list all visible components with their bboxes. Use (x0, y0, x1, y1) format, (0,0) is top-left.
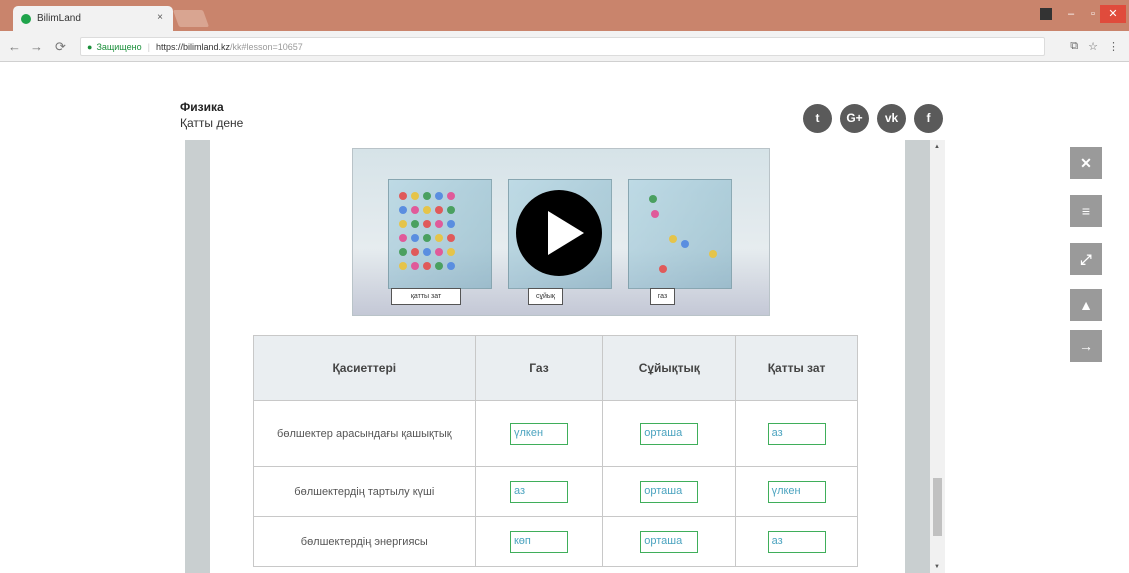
gas-cube-image (628, 179, 732, 289)
browser-menu-icon[interactable]: ⋮ (1108, 40, 1119, 53)
subject-title: Физика (180, 100, 224, 114)
bilimland-favicon-icon (21, 13, 31, 24)
video-player[interactable]: қатты зат сұйық газ (352, 148, 770, 316)
answer-box-gas[interactable]: аз (509, 480, 568, 503)
vk-icon[interactable]: vk (877, 104, 906, 133)
forward-icon[interactable]: → (30, 39, 43, 54)
url-input[interactable]: ● Защищено | https://bilimland.kz /kk#le… (80, 37, 1045, 56)
address-bar: ← → ⟳ ● Защищено | https://bilimland.kz … (0, 31, 1129, 62)
window-close-icon[interactable]: ✕ (1100, 5, 1126, 23)
arrow-right-icon[interactable]: → (1070, 330, 1102, 362)
menu-icon[interactable]: ≡ (1070, 195, 1102, 227)
tab-close-icon[interactable]: × (157, 12, 163, 23)
new-tab-button[interactable] (172, 10, 210, 27)
fullscreen-icon[interactable]: ⤢ (1070, 243, 1102, 275)
liquid-label: сұйық (528, 288, 563, 305)
reload-icon[interactable]: ⟳ (55, 39, 66, 55)
answer-box-gas[interactable]: үлкен (509, 422, 568, 445)
topic-title: Қатты дене (180, 116, 244, 130)
url-separator: | (147, 41, 150, 52)
scroll-up-icon[interactable]: ▲ (934, 144, 940, 150)
scroll-down-icon[interactable]: ▼ (934, 564, 940, 570)
answer-box-solid[interactable]: аз (767, 530, 826, 553)
header-liquid: Сұйықтық (602, 335, 737, 401)
close-icon[interactable]: ✕ (1070, 147, 1102, 179)
answer-box-solid[interactable]: аз (767, 422, 826, 445)
back-icon[interactable]: ← (8, 39, 21, 54)
solid-cube-image (388, 179, 492, 289)
translate-icon[interactable]: ⧉ (1070, 40, 1078, 53)
gas-label: газ (650, 288, 675, 305)
profile-icon[interactable] (1040, 8, 1052, 20)
solid-label: қатты зат (391, 288, 461, 305)
twitter-icon[interactable]: t (803, 104, 832, 133)
answer-box-solid[interactable]: үлкен (767, 480, 826, 503)
table-row: бөлшектер арасындағы қашықтық үлкен орта… (253, 400, 858, 467)
property-name: бөлшектер арасындағы қашықтық (253, 400, 476, 467)
header-properties: Қасиеттері (253, 335, 476, 401)
left-rail (185, 140, 210, 573)
facebook-icon[interactable]: f (914, 104, 943, 133)
property-name: бөлшектердің тартылу күші (253, 466, 476, 517)
header-gas: Газ (474, 335, 604, 401)
answer-box-liquid[interactable]: орташа (640, 480, 699, 503)
answer-box-liquid[interactable]: орташа (640, 422, 699, 445)
secure-label: Защищено (96, 41, 142, 52)
warning-icon[interactable]: ▲ (1070, 289, 1102, 321)
url-host: https://bilimland.kz (155, 41, 230, 52)
browser-titlebar: BilimLand × – ▫ ✕ (0, 0, 1129, 31)
play-button[interactable] (516, 190, 602, 276)
minimize-icon[interactable]: – (1062, 5, 1080, 23)
url-path: /kk#lesson=10657 (229, 41, 303, 52)
lock-icon: ● (87, 41, 93, 52)
table-header-row: Қасиеттері Газ Сұйықтық Қатты зат (253, 335, 858, 401)
google-plus-icon[interactable]: G+ (840, 104, 869, 133)
play-icon (548, 211, 584, 255)
browser-tab[interactable]: BilimLand × (13, 6, 173, 31)
table-row: бөлшектердің тартылу күші аз орташа үлке… (253, 466, 858, 517)
scroll-thumb[interactable] (933, 478, 942, 536)
answer-box-gas[interactable]: көп (509, 530, 568, 553)
scrollbar[interactable]: ▲ ▼ (930, 140, 945, 573)
table-row: бөлшектердің энергиясы көп орташа аз (253, 516, 858, 567)
right-rail (905, 140, 930, 573)
answer-box-liquid[interactable]: орташа (640, 530, 699, 553)
states-of-matter-table: Қасиеттері Газ Сұйықтық Қатты зат бөлшек… (253, 335, 858, 567)
tab-title: BilimLand (37, 13, 81, 24)
bookmark-star-icon[interactable]: ☆ (1088, 40, 1098, 53)
header-solid: Қатты зат (735, 335, 858, 401)
property-name: бөлшектердің энергиясы (253, 516, 476, 567)
